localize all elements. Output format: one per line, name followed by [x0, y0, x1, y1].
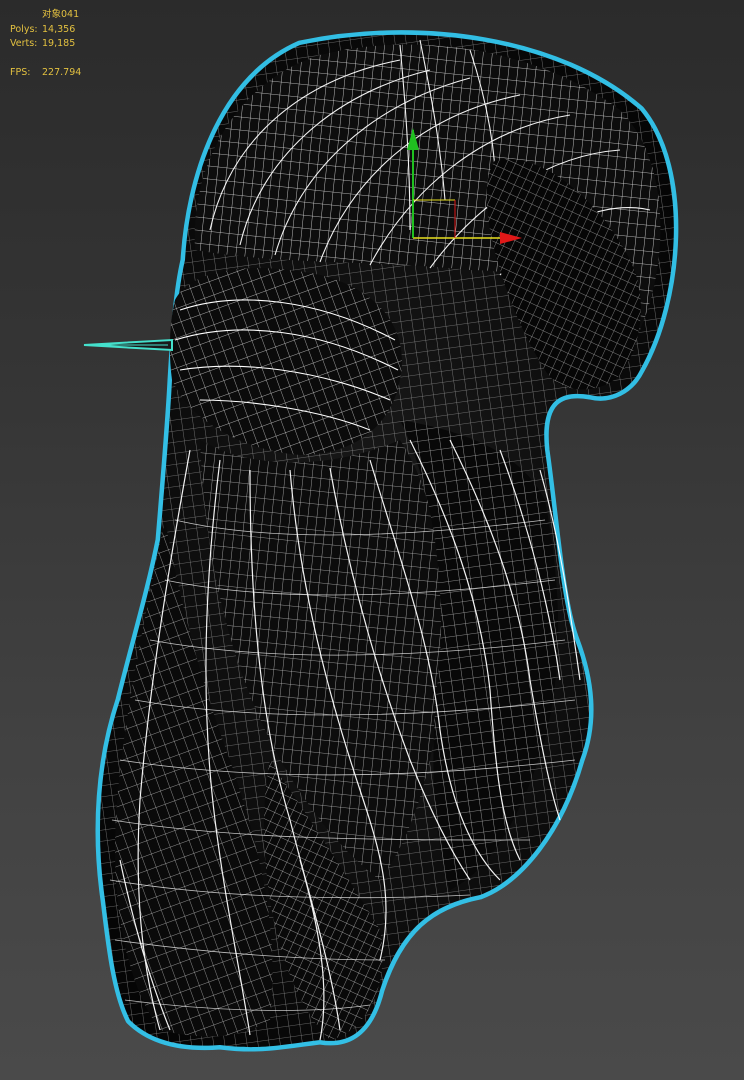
perspective-viewport[interactable]: 对象041 Polys: 14,356 Verts: 19,185 FPS: 2… — [0, 0, 744, 1080]
verts-value: 19,185 — [42, 38, 76, 50]
polys-value: 14,356 — [42, 23, 76, 35]
selected-object-name: 对象041 — [42, 9, 80, 20]
hair-mesh[interactable] — [100, 34, 674, 1048]
fps-value: 227.794 — [42, 66, 82, 78]
verts-label: Verts: — [10, 38, 38, 50]
hair-model-scene[interactable] — [0, 0, 744, 1080]
fps-label: FPS: — [10, 66, 31, 78]
polys-label: Polys: — [10, 23, 38, 35]
hairpin-object[interactable] — [83, 338, 173, 352]
